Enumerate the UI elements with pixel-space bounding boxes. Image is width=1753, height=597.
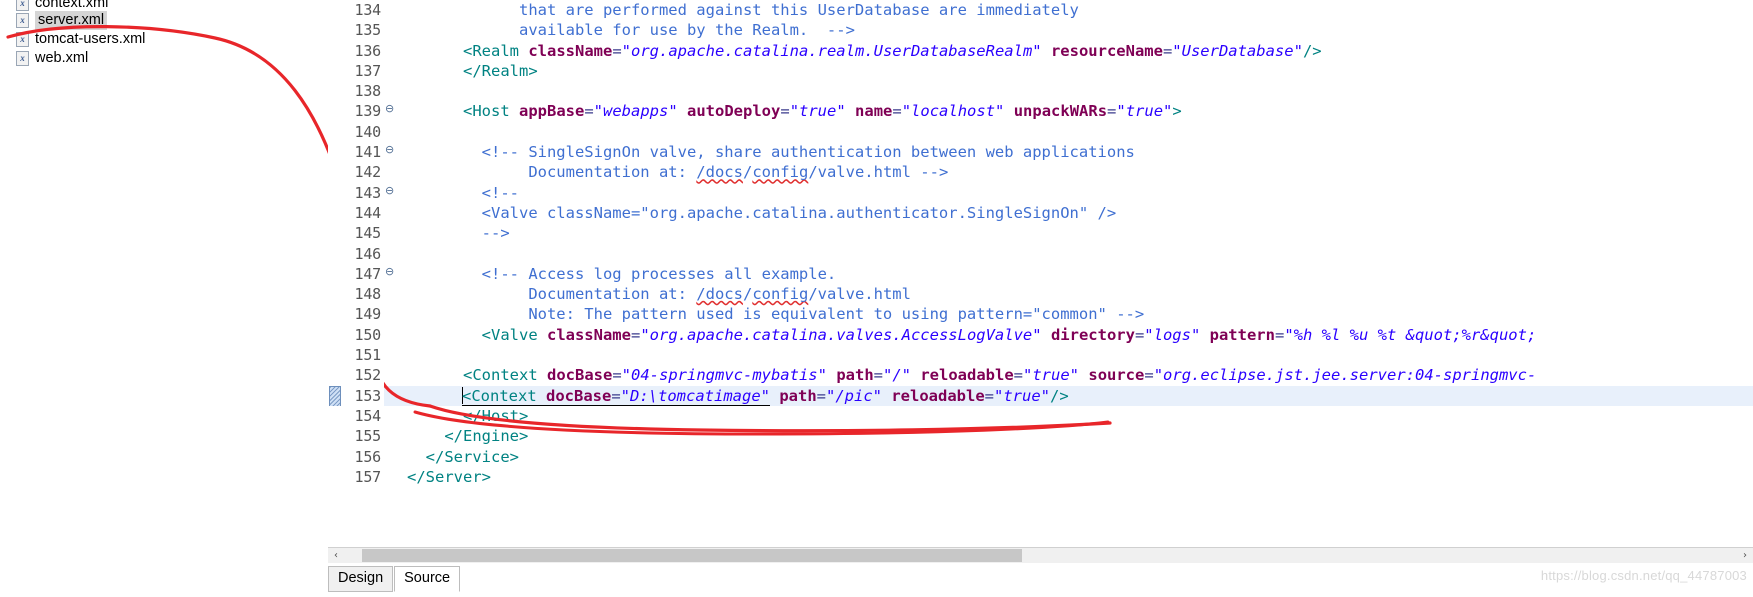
scroll-right-arrow-icon[interactable]: › (1737, 548, 1753, 564)
xml-file-icon: x (16, 32, 29, 47)
tree-item-server-xml[interactable]: x server.xml (0, 11, 328, 30)
line-number: 149 (328, 304, 384, 325)
line-number: 151 (328, 345, 384, 366)
xml-source-editor[interactable]: 134 that are performed against this User… (328, 0, 1753, 597)
code-text[interactable]: <Valve className="org.apache.catalina.au… (399, 203, 1753, 223)
code-line[interactable]: 146 (328, 243, 1753, 264)
code-line[interactable]: 152 <Context docBase="04-springmvc-mybat… (328, 365, 1753, 386)
xml-file-icon: x (16, 0, 29, 11)
code-line[interactable]: 153 <Context docBase="D:\tomcatimage" pa… (328, 385, 1753, 408)
line-number: 136 (328, 40, 384, 61)
code-text[interactable]: </Engine> (399, 426, 1753, 446)
editor-view-tabs: Design Source (328, 563, 1753, 597)
line-number: 157 (328, 466, 384, 488)
code-line[interactable]: 141 <!-- SingleSignOn valve, share authe… (328, 142, 1753, 163)
tree-item-tomcat-users-xml[interactable]: x tomcat-users.xml (0, 30, 328, 49)
code-text[interactable] (399, 81, 1753, 101)
code-line[interactable]: 151 (328, 345, 1753, 366)
line-number: 138 (328, 81, 384, 102)
line-number: 156 (328, 446, 384, 467)
code-text[interactable]: </Host> (399, 406, 1753, 426)
line-number: 146 (328, 243, 384, 264)
scroll-left-arrow-icon[interactable]: ‹ (328, 548, 344, 564)
line-number: 135 (328, 20, 384, 41)
line-number: 137 (328, 60, 384, 82)
tab-source[interactable]: Source (394, 566, 461, 592)
tree-item-label: server.xml (35, 11, 108, 30)
code-line[interactable]: 147 <!-- Access log processes all exampl… (328, 263, 1753, 285)
code-line[interactable]: 140 (328, 121, 1753, 143)
code-text[interactable]: </Realm> (399, 61, 1753, 81)
tree-item-context-xml[interactable]: x context.xml (0, 0, 328, 11)
tree-item-web-xml[interactable]: x web.xml (0, 49, 328, 68)
code-line[interactable]: 136 <Realm className="org.apache.catalin… (328, 40, 1753, 61)
code-text[interactable]: Documentation at: /docs/config/valve.htm… (399, 162, 1753, 182)
line-number: 144 (328, 202, 384, 224)
code-text[interactable]: available for use by the Realm. --> (399, 20, 1753, 40)
line-number: 140 (328, 121, 384, 143)
code-line[interactable]: 145 --> (328, 223, 1753, 244)
xml-file-icon: x (16, 13, 29, 28)
tab-design[interactable]: Design (328, 566, 394, 592)
code-text[interactable]: Note: The pattern used is equivalent to … (399, 304, 1753, 324)
code-line[interactable]: 156 </Service> (328, 446, 1753, 467)
tree-item-label: tomcat-users.xml (35, 31, 146, 47)
file-tree-panel: x context.xml x server.xml x tomcat-user… (0, 0, 328, 597)
code-text[interactable]: that are performed against this UserData… (399, 0, 1753, 20)
code-text[interactable]: <!-- SingleSignOn valve, share authentic… (399, 142, 1753, 162)
scrollbar-thumb[interactable] (362, 549, 1022, 562)
code-text[interactable]: --> (399, 223, 1753, 243)
horizontal-scrollbar[interactable]: ‹ › (328, 547, 1753, 563)
line-number: 148 (328, 284, 384, 305)
code-line[interactable]: 157 </Server> (328, 466, 1753, 488)
xml-file-icon: x (16, 51, 29, 66)
line-number: 145 (328, 223, 384, 244)
code-text[interactable] (399, 122, 1753, 142)
code-line[interactable]: 142 Documentation at: /docs/config/valve… (328, 162, 1753, 183)
code-line[interactable]: 138 (328, 81, 1753, 102)
screenshot-root: x context.xml x server.xml x tomcat-user… (0, 0, 1753, 597)
code-line[interactable]: 149 Note: The pattern used is equivalent… (328, 304, 1753, 325)
code-text[interactable]: Documentation at: /docs/config/valve.htm… (399, 284, 1753, 304)
code-line[interactable]: 143 <!-- (328, 182, 1753, 203)
code-line[interactable]: 150 <Valve className="org.apache.catalin… (328, 324, 1753, 346)
code-text[interactable]: <!-- Access log processes all example. (399, 264, 1753, 284)
editor-scroll-region[interactable]: 134 that are performed against this User… (328, 0, 1753, 597)
code-line[interactable]: 154 </Host> (328, 405, 1753, 427)
line-number: 155 (328, 426, 384, 447)
line-number: 143 (328, 182, 384, 203)
scrollbar-track[interactable] (1022, 549, 1737, 562)
code-text[interactable]: <Host appBase="webapps" autoDeploy="true… (399, 101, 1753, 121)
line-number: 150 (328, 324, 384, 346)
line-number: 153 (328, 385, 384, 408)
code-text[interactable] (399, 345, 1753, 365)
watermark-text: https://blog.csdn.net/qq_44787003 (1540, 568, 1747, 583)
code-text[interactable]: <Realm className="org.apache.catalina.re… (399, 41, 1753, 61)
code-text[interactable]: <Context docBase="D:\tomcatimage" path="… (399, 386, 1753, 406)
code-text[interactable]: <!-- (399, 183, 1753, 203)
line-number: 147 (328, 263, 384, 285)
line-number: 139 (328, 101, 384, 122)
code-text[interactable] (399, 244, 1753, 264)
code-line[interactable]: 148 Documentation at: /docs/config/valve… (328, 284, 1753, 305)
code-line[interactable]: 139 <Host appBase="webapps" autoDeploy="… (328, 101, 1753, 122)
code-lines-container[interactable]: 134 that are performed against this User… (328, 0, 1753, 488)
code-line[interactable]: 135 available for use by the Realm. --> (328, 20, 1753, 41)
code-text[interactable]: </Service> (399, 447, 1753, 467)
line-number: 142 (328, 162, 384, 183)
code-text[interactable]: </Server> (399, 467, 1753, 487)
code-text[interactable]: <Context docBase="04-springmvc-mybatis" … (399, 365, 1753, 385)
code-line[interactable]: 144 <Valve className="org.apache.catalin… (328, 202, 1753, 224)
code-line[interactable]: 155 </Engine> (328, 426, 1753, 447)
line-number: 134 (328, 0, 384, 21)
line-number: 141 (328, 142, 384, 163)
code-line[interactable]: 134 that are performed against this User… (328, 0, 1753, 21)
tree-item-label: web.xml (35, 50, 89, 66)
code-line[interactable]: 137 </Realm> (328, 60, 1753, 82)
code-text[interactable]: <Valve className="org.apache.catalina.va… (399, 325, 1753, 345)
line-number: 152 (328, 365, 384, 386)
line-number: 154 (328, 405, 384, 427)
